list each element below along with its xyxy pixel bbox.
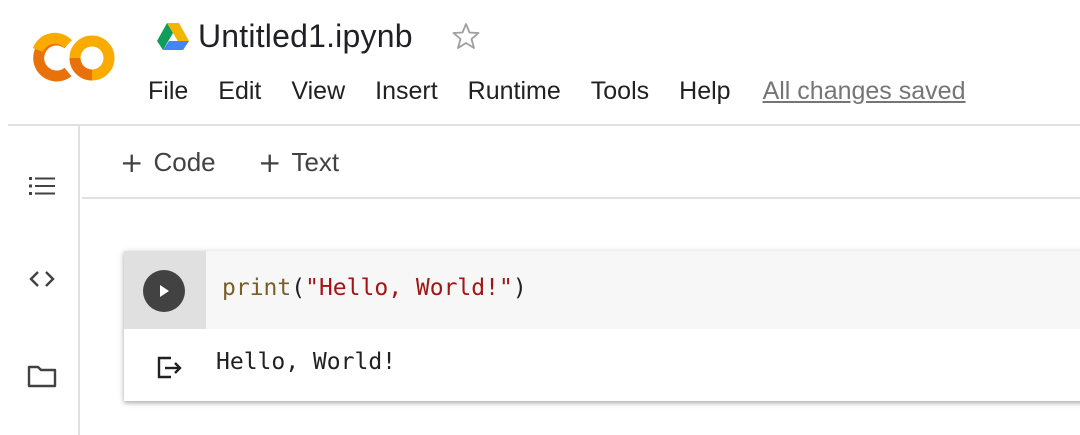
menu-tools[interactable]: Tools: [591, 77, 649, 106]
code-paren-open: (: [291, 275, 306, 301]
colab-logo[interactable]: [28, 30, 118, 86]
code-paren-close: ): [512, 275, 527, 301]
menu-insert[interactable]: Insert: [375, 77, 438, 106]
google-drive-icon[interactable]: [156, 21, 190, 51]
menu-view[interactable]: View: [291, 77, 345, 106]
code-cell[interactable]: print("Hello, World!") Hello, World!: [124, 251, 1080, 401]
menu-edit[interactable]: Edit: [218, 77, 261, 106]
notebook-toolbar: + Code + Text: [82, 126, 1080, 198]
menu-file[interactable]: File: [148, 77, 188, 106]
colab-window: Untitled1.ipynb File Edit View Insert Ru…: [0, 0, 1080, 435]
add-code-label: Code: [153, 146, 216, 177]
toolbar-divider: [82, 197, 1080, 199]
files-folder-icon[interactable]: [20, 354, 64, 398]
notebook-title[interactable]: Untitled1.ipynb: [198, 18, 413, 55]
menu-bar: File Edit View Insert Runtime Tools Help…: [148, 72, 965, 110]
save-status-link[interactable]: All changes saved: [763, 77, 966, 106]
clear-output-icon[interactable]: [154, 352, 184, 382]
add-text-cell-button[interactable]: + Text: [258, 142, 339, 182]
code-function-name: print: [222, 275, 292, 301]
plus-icon: +: [258, 145, 282, 179]
code-string-literal: "Hello, World!": [305, 275, 513, 301]
code-snippets-icon[interactable]: [20, 257, 64, 301]
title-row: Untitled1.ipynb: [156, 14, 481, 58]
header: Untitled1.ipynb File Edit View Insert Ru…: [0, 0, 1080, 124]
cell-output-text: Hello, World!: [216, 349, 397, 375]
add-code-cell-button[interactable]: + Code: [120, 142, 216, 182]
menu-runtime[interactable]: Runtime: [468, 77, 561, 106]
code-line[interactable]: print("Hello, World!"): [222, 275, 527, 301]
table-of-contents-icon[interactable]: [20, 164, 64, 208]
star-icon[interactable]: [451, 21, 481, 51]
menu-help[interactable]: Help: [679, 77, 730, 106]
left-sidebar: [0, 126, 80, 435]
cell-editor[interactable]: print("Hello, World!"): [124, 251, 1080, 329]
add-text-label: Text: [291, 146, 340, 177]
play-icon: [160, 285, 169, 297]
run-cell-button[interactable]: [143, 270, 185, 312]
cell-gutter: [124, 251, 206, 329]
plus-icon: +: [120, 145, 144, 179]
